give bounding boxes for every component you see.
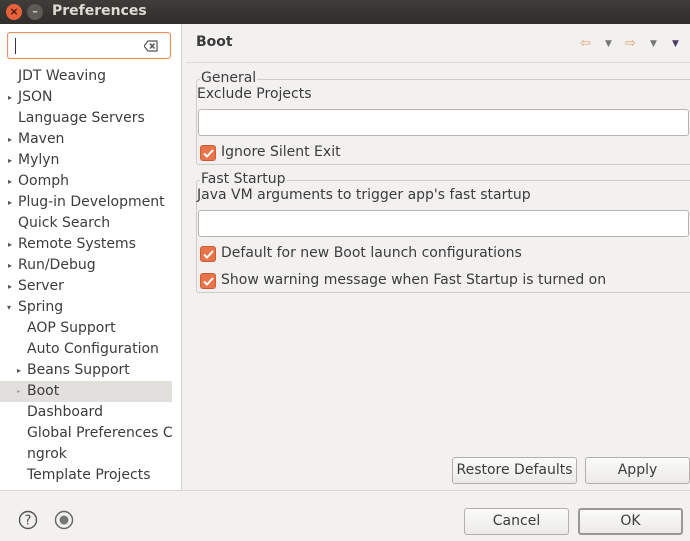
tree-item-label: Server [18, 278, 64, 294]
tree-twisty[interactable] [17, 465, 25, 486]
tree-item-json[interactable]: ▸ JSON [0, 87, 172, 108]
preferences-tree-panel: JDT Weaving ▸ JSON Language Servers ▸ Ma… [0, 24, 182, 490]
jvm-args-input[interactable] [198, 210, 689, 237]
tree-item-boot[interactable]: ▸ Boot [0, 381, 172, 402]
filter-input[interactable] [7, 32, 171, 59]
tree-item-template-projects[interactable]: Template Projects [0, 465, 172, 486]
tree-item-label: Quick Search [18, 215, 111, 231]
minimize-window-button[interactable]: – [27, 4, 43, 20]
text-caret [15, 38, 16, 54]
checkmark-icon [203, 277, 214, 286]
tree-twisty[interactable] [8, 108, 16, 129]
tree-twisty[interactable] [8, 66, 16, 87]
tree-twisty[interactable] [17, 339, 25, 360]
cancel-button[interactable]: Cancel [464, 508, 569, 535]
default-launch-label[interactable]: Default for new Boot launch configuratio… [221, 245, 522, 261]
default-launch-checkbox[interactable] [200, 246, 216, 262]
ignore-silent-exit-checkbox[interactable] [200, 145, 216, 161]
tree-item-label: JSON [18, 89, 53, 105]
tree-item-server[interactable]: ▸ Server [0, 276, 172, 297]
ignore-silent-exit-label[interactable]: Ignore Silent Exit [221, 144, 341, 160]
restore-defaults-button[interactable]: Restore Defaults [452, 457, 577, 484]
exclude-projects-input[interactable] [198, 109, 689, 136]
footer-divider [0, 490, 690, 491]
tree-twisty[interactable] [17, 318, 25, 339]
expand-arrow-icon[interactable]: ▸ [8, 171, 16, 192]
expand-arrow-icon[interactable]: ▸ [8, 129, 16, 150]
fast-startup-group-title: Fast Startup [200, 171, 287, 187]
forward-dropdown-icon[interactable]: ▼ [650, 39, 657, 49]
tree-twisty[interactable] [17, 444, 25, 465]
tree-item-global-preferences[interactable]: Global Preferences Cu [0, 423, 172, 444]
jvm-args-label: Java VM arguments to trigger app's fast … [197, 187, 531, 203]
tree-item-label: JDT Weaving [18, 68, 107, 84]
tree-item-dashboard[interactable]: Dashboard [0, 402, 172, 423]
tree-item-label: Language Servers [18, 110, 145, 126]
tree-item-plug-in-development[interactable]: ▸ Plug-in Development [0, 192, 172, 213]
clear-icon[interactable] [144, 39, 158, 53]
tree-twisty[interactable] [8, 213, 16, 234]
tree-item-label: Auto Configuration [27, 341, 159, 357]
tree-item-label: AOP Support [27, 320, 116, 336]
exclude-projects-label: Exclude Projects [197, 86, 312, 102]
apply-button[interactable]: Apply [585, 457, 690, 484]
tree-item-label: Run/Debug [18, 257, 96, 273]
title-bar: × – Preferences [0, 0, 690, 24]
tree-item-run-debug[interactable]: ▸ Run/Debug [0, 255, 172, 276]
tree-item-aop-support[interactable]: AOP Support [0, 318, 172, 339]
close-window-button[interactable]: × [6, 4, 22, 20]
tree-item-label: Remote Systems [18, 236, 136, 252]
show-warning-checkbox[interactable] [200, 273, 216, 289]
tree-twisty[interactable] [17, 402, 25, 423]
checkmark-icon [203, 149, 214, 158]
forward-icon[interactable]: ⇨ [625, 37, 636, 51]
show-warning-label[interactable]: Show warning message when Fast Startup i… [221, 272, 606, 288]
expand-arrow-icon[interactable]: ▸ [8, 87, 16, 108]
expand-arrow-icon[interactable]: ▸ [8, 192, 16, 213]
tree-item-label: Oomph [18, 173, 69, 189]
svg-text:?: ? [25, 514, 32, 529]
back-dropdown-icon[interactable]: ▼ [605, 39, 612, 49]
expand-arrow-icon[interactable]: ▸ [8, 234, 16, 255]
tree-item-quick-search[interactable]: Quick Search [0, 213, 172, 234]
expand-arrow-icon[interactable]: ▸ [17, 360, 25, 381]
expand-arrow-icon[interactable]: ▸ [8, 150, 16, 171]
tree-item-jdt-weaving[interactable]: JDT Weaving [0, 66, 172, 87]
back-icon[interactable]: ⇦ [580, 37, 591, 51]
collapse-arrow-icon[interactable]: ▾ [7, 297, 15, 318]
ok-button[interactable]: OK [578, 508, 683, 535]
expand-arrow-icon[interactable]: ▸ [8, 276, 16, 297]
tree-item-label: Template Projects [27, 467, 151, 483]
tree-item-spring[interactable]: ▾ Spring [0, 297, 172, 318]
page-title: Boot [196, 34, 233, 50]
window-title: Preferences [52, 3, 147, 19]
tree-item-label: Mylyn [18, 152, 60, 168]
tree-item-beans-support[interactable]: ▸ Beans Support [0, 360, 172, 381]
tree-item-auto-configuration[interactable]: Auto Configuration [0, 339, 172, 360]
tree-item-language-servers[interactable]: Language Servers [0, 108, 172, 129]
tree-item-label: Dashboard [27, 404, 103, 420]
expand-arrow-icon[interactable]: ▸ [8, 255, 16, 276]
tree-item-maven[interactable]: ▸ Maven [0, 129, 172, 150]
tree-item-oomph[interactable]: ▸ Oomph [0, 171, 172, 192]
checkmark-icon [203, 250, 214, 259]
tree-item-label: Plug-in Development [18, 194, 165, 210]
view-menu-icon[interactable]: ▼ [672, 39, 679, 49]
header-divider [186, 62, 690, 63]
tree-item-label: Global Preferences Cu [27, 425, 172, 441]
tree-item-label: ngrok [27, 446, 67, 462]
help-icon[interactable]: ? [18, 510, 38, 530]
import-export-icon[interactable] [54, 510, 74, 530]
tree-item-label: Beans Support [27, 362, 130, 378]
general-group-title: General [200, 70, 258, 86]
tree-item-ngrok[interactable]: ngrok [0, 444, 172, 465]
tree-item-label: Maven [18, 131, 65, 147]
tree-item-remote-systems[interactable]: ▸ Remote Systems [0, 234, 172, 255]
expand-arrow-icon[interactable]: ▸ [17, 381, 25, 402]
tree-item-mylyn[interactable]: ▸ Mylyn [0, 150, 172, 171]
tree-item-label: Boot [27, 383, 60, 399]
tree-item-label: Spring [18, 299, 64, 315]
tree-twisty[interactable] [17, 423, 25, 444]
